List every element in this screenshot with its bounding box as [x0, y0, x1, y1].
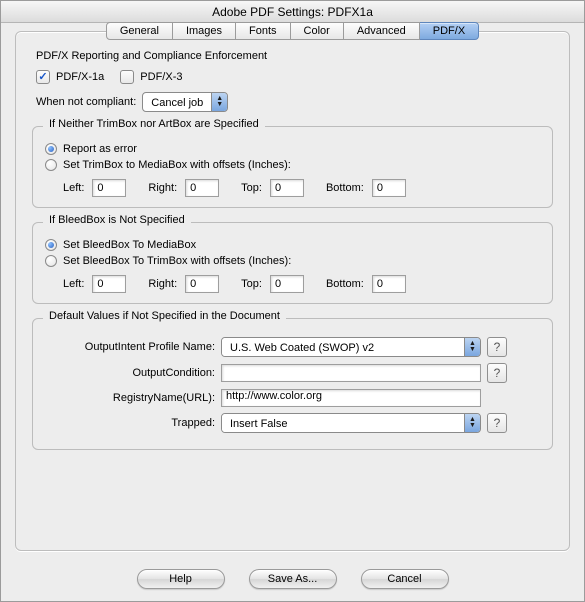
dialog-footer: Help Save As... Cancel	[1, 561, 584, 601]
radio-bleed-trim-label: Set BleedBox To TrimBox with offsets (In…	[63, 255, 291, 267]
save-as-button[interactable]: Save As...	[249, 569, 337, 589]
registry-input[interactable]: http://www.color.org	[221, 389, 481, 407]
chevron-updown-icon: ▲▼	[211, 93, 227, 111]
bleed-right-input[interactable]: 0	[185, 275, 219, 293]
tab-color[interactable]: Color	[291, 22, 344, 40]
checkbox-pdfx3-label: PDF/X-3	[140, 71, 182, 83]
trim-left-label: Left:	[63, 182, 84, 194]
group-bleedbox-legend: If BleedBox is Not Specified	[43, 214, 191, 226]
when-not-compliant-label: When not compliant:	[36, 96, 136, 108]
trim-left-input[interactable]: 0	[92, 179, 126, 197]
trapped-select[interactable]: Insert False ▲▼	[221, 413, 481, 433]
trim-right-input[interactable]: 0	[185, 179, 219, 197]
output-intent-select[interactable]: U.S. Web Coated (SWOP) v2 ▲▼	[221, 337, 481, 357]
radio-set-trimbox-label: Set TrimBox to MediaBox with offsets (In…	[63, 159, 291, 171]
radio-report-error-label: Report as error	[63, 143, 137, 155]
bleed-top-input[interactable]: 0	[270, 275, 304, 293]
radio-bleed-media-label: Set BleedBox To MediaBox	[63, 239, 196, 251]
group-bleedbox: If BleedBox is Not Specified Set BleedBo…	[32, 222, 553, 304]
chevron-updown-icon: ▲▼	[464, 414, 480, 432]
tab-content: PDF/X Reporting and Compliance Enforceme…	[16, 50, 569, 462]
tab-fonts[interactable]: Fonts	[236, 22, 291, 40]
radio-report-error[interactable]	[45, 143, 57, 155]
group-trimbox-legend: If Neither TrimBox nor ArtBox are Specif…	[43, 118, 265, 130]
trim-top-input[interactable]: 0	[270, 179, 304, 197]
registry-label: RegistryName(URL):	[45, 392, 215, 404]
tab-bar: General Images Fonts Color Advanced PDF/…	[16, 22, 569, 40]
trim-bottom-input[interactable]: 0	[372, 179, 406, 197]
settings-window: Adobe PDF Settings: PDFX1a General Image…	[0, 0, 585, 602]
group-trimbox: If Neither TrimBox nor ArtBox are Specif…	[32, 126, 553, 208]
section-title: PDF/X Reporting and Compliance Enforceme…	[36, 50, 553, 62]
cancel-button[interactable]: Cancel	[361, 569, 449, 589]
radio-set-trimbox[interactable]	[45, 159, 57, 171]
bleed-bottom-label: Bottom:	[326, 278, 364, 290]
checkbox-pdfx3[interactable]	[120, 70, 134, 84]
checkbox-pdfx1a-label: PDF/X-1a	[56, 71, 104, 83]
bleed-bottom-input[interactable]: 0	[372, 275, 406, 293]
bleed-left-input[interactable]: 0	[92, 275, 126, 293]
tab-images[interactable]: Images	[173, 22, 236, 40]
trapped-label: Trapped:	[45, 417, 215, 429]
radio-bleed-trim[interactable]	[45, 255, 57, 267]
trim-right-label: Right:	[148, 182, 177, 194]
output-intent-label: OutputIntent Profile Name:	[45, 341, 215, 353]
when-not-compliant-select[interactable]: Cancel job ▲▼	[142, 92, 228, 112]
help-button[interactable]: Help	[137, 569, 225, 589]
trim-top-label: Top:	[241, 182, 262, 194]
bleed-right-label: Right:	[148, 278, 177, 290]
help-output-condition[interactable]: ?	[487, 363, 507, 383]
radio-bleed-media[interactable]	[45, 239, 57, 251]
tab-general[interactable]: General	[106, 22, 173, 40]
bleed-top-label: Top:	[241, 278, 262, 290]
window-title: Adobe PDF Settings: PDFX1a	[1, 1, 584, 23]
trim-bottom-label: Bottom:	[326, 182, 364, 194]
tab-advanced[interactable]: Advanced	[344, 22, 420, 40]
help-trapped[interactable]: ?	[487, 413, 507, 433]
group-defaults-legend: Default Values if Not Specified in the D…	[43, 310, 286, 322]
help-output-intent[interactable]: ?	[487, 337, 507, 357]
bleed-left-label: Left:	[63, 278, 84, 290]
checkbox-pdfx1a[interactable]	[36, 70, 50, 84]
output-condition-input[interactable]	[221, 364, 481, 382]
tab-pdfx[interactable]: PDF/X	[420, 22, 479, 40]
group-defaults: Default Values if Not Specified in the D…	[32, 318, 553, 450]
tab-panel: General Images Fonts Color Advanced PDF/…	[15, 31, 570, 551]
output-condition-label: OutputCondition:	[45, 367, 215, 379]
chevron-updown-icon: ▲▼	[464, 338, 480, 356]
